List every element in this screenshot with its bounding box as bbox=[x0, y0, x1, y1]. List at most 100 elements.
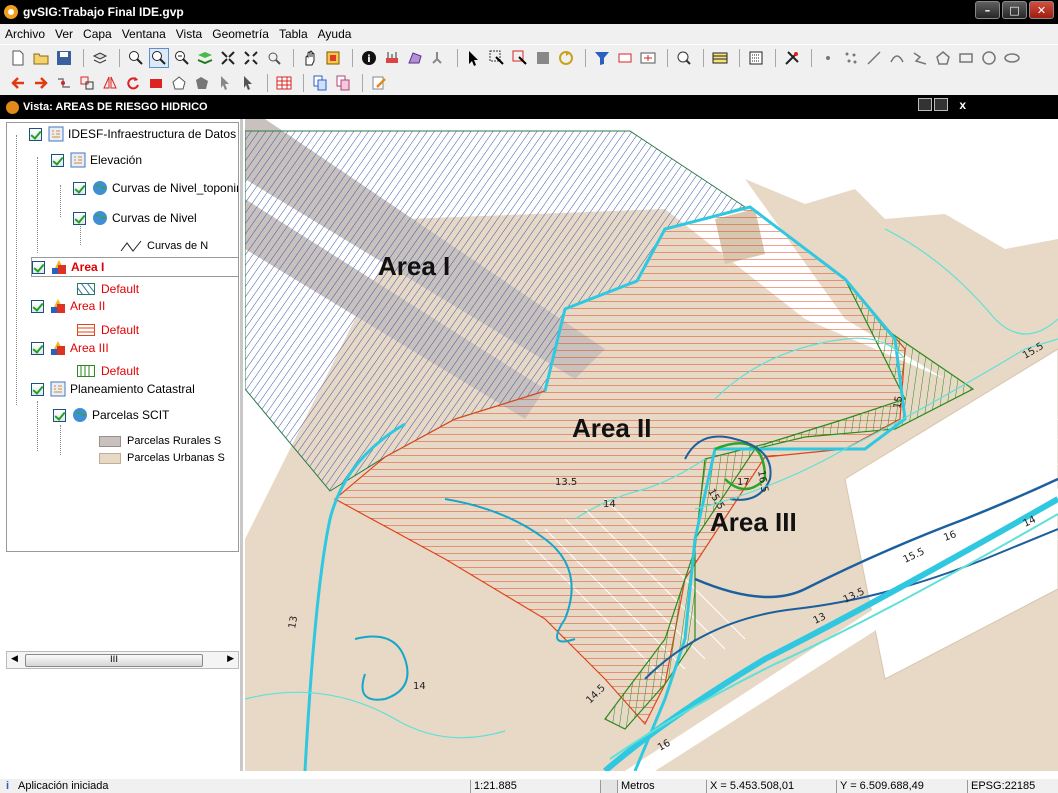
layer-row-elevacion[interactable]: Elevación bbox=[51, 150, 142, 170]
close-button[interactable]: ✕ bbox=[1029, 1, 1054, 19]
stretch-icon[interactable] bbox=[146, 73, 166, 93]
scroll-left-arrow-icon[interactable]: ◀ bbox=[11, 654, 18, 664]
layer-row-area-2[interactable]: Area II bbox=[31, 296, 105, 316]
rectangle-icon[interactable] bbox=[956, 48, 976, 68]
point-icon[interactable] bbox=[818, 48, 838, 68]
tree-line bbox=[37, 157, 38, 253]
new-file-icon[interactable] bbox=[8, 48, 28, 68]
scroll-thumb[interactable]: III bbox=[25, 654, 203, 667]
measure-area-icon[interactable] bbox=[405, 48, 425, 68]
zoom-out-icon[interactable] bbox=[172, 48, 192, 68]
line-icon[interactable] bbox=[864, 48, 884, 68]
menu-capa[interactable]: Capa bbox=[78, 27, 117, 41]
scale-icon[interactable] bbox=[77, 73, 97, 93]
layer-visibility-checkbox[interactable] bbox=[51, 153, 64, 167]
polygon-edit-icon[interactable] bbox=[192, 73, 212, 93]
zoom-to-selection-icon[interactable] bbox=[674, 48, 694, 68]
view-icon bbox=[6, 100, 19, 114]
edit-vertex-icon[interactable] bbox=[169, 73, 189, 93]
layer-row-curvas-toponim[interactable]: Curvas de Nivel_toponim bbox=[73, 178, 238, 198]
clear-selection-icon[interactable] bbox=[615, 48, 635, 68]
symmetry-icon[interactable] bbox=[100, 73, 120, 93]
arrow-right-icon[interactable] bbox=[31, 73, 51, 93]
zoom-in-icon[interactable] bbox=[126, 48, 146, 68]
layer-row-planeamiento[interactable]: Planeamiento Catastral bbox=[31, 379, 195, 399]
menu-ver[interactable]: Ver bbox=[50, 27, 78, 41]
invert-selection-icon[interactable] bbox=[556, 48, 576, 68]
minimize-button[interactable]: – bbox=[975, 1, 1000, 19]
add-graphic-icon[interactable] bbox=[638, 48, 658, 68]
edit-tools-icon[interactable] bbox=[782, 48, 802, 68]
polygon-layer-icon bbox=[51, 299, 65, 313]
layer-visibility-checkbox[interactable] bbox=[29, 127, 42, 141]
view-restore-button[interactable] bbox=[918, 98, 932, 111]
zoom-extent-in-icon[interactable] bbox=[218, 48, 238, 68]
edit-pencil-icon[interactable] bbox=[369, 73, 389, 93]
zoom-select-icon[interactable] bbox=[149, 47, 169, 68]
scroll-right-arrow-icon[interactable]: ▶ bbox=[227, 654, 234, 664]
select-layer-icon[interactable] bbox=[533, 48, 553, 68]
split-icon[interactable] bbox=[54, 73, 74, 93]
layer-visibility-checkbox[interactable] bbox=[31, 341, 44, 355]
edit-toolbar bbox=[0, 70, 1058, 95]
layer-visibility-checkbox[interactable] bbox=[31, 382, 44, 396]
layer-visibility-checkbox[interactable] bbox=[53, 408, 66, 422]
arc-icon[interactable] bbox=[887, 48, 907, 68]
menu-geometria[interactable]: Geometría bbox=[207, 27, 274, 41]
rotate-icon[interactable] bbox=[123, 73, 143, 93]
select-arrow-icon[interactable] bbox=[464, 48, 484, 68]
select-polygon-icon[interactable] bbox=[510, 48, 530, 68]
zoom-extent-out-icon[interactable] bbox=[241, 48, 261, 68]
layer-visibility-checkbox[interactable] bbox=[32, 260, 45, 274]
copy-layer-icon[interactable] bbox=[310, 73, 330, 93]
circle-icon[interactable] bbox=[979, 48, 999, 68]
layer-visibility-checkbox[interactable] bbox=[73, 211, 86, 225]
view-close-button[interactable]: x bbox=[959, 98, 966, 112]
scale-field[interactable]: 1:21.885 bbox=[470, 780, 600, 793]
pointer-alt-icon[interactable] bbox=[238, 73, 258, 93]
menu-tabla[interactable]: Tabla bbox=[274, 27, 313, 41]
layer-row-area-1[interactable]: Area I bbox=[31, 257, 238, 277]
locator-icon[interactable] bbox=[323, 48, 343, 68]
paste-layer-icon[interactable] bbox=[333, 73, 353, 93]
arrow-left-icon[interactable] bbox=[8, 73, 28, 93]
layer-visibility-checkbox[interactable] bbox=[31, 299, 44, 313]
attribute-table-icon[interactable] bbox=[710, 48, 730, 68]
contour-label: 14 bbox=[603, 499, 616, 510]
multipoint-icon[interactable] bbox=[841, 48, 861, 68]
menu-archivo[interactable]: Archivo bbox=[0, 27, 50, 41]
measure-distance-icon[interactable] bbox=[382, 48, 402, 68]
layer-row-area-3[interactable]: Area III bbox=[31, 338, 109, 358]
menu-vista[interactable]: Vista bbox=[171, 27, 207, 41]
grid-icon[interactable] bbox=[746, 48, 766, 68]
zoom-back-icon[interactable] bbox=[264, 48, 284, 68]
full-extent-icon[interactable] bbox=[195, 48, 215, 68]
menu-ventana[interactable]: Ventana bbox=[117, 27, 171, 41]
table-red-icon[interactable] bbox=[274, 73, 294, 93]
layers-icon[interactable] bbox=[90, 48, 110, 68]
maximize-button[interactable]: □ bbox=[1002, 1, 1027, 19]
pointer-icon[interactable] bbox=[215, 73, 235, 93]
polygon-icon[interactable] bbox=[933, 48, 953, 68]
layer-label: Planeamiento Catastral bbox=[70, 382, 195, 396]
save-icon[interactable] bbox=[54, 48, 74, 68]
select-rectangle-icon[interactable] bbox=[487, 48, 507, 68]
filter-icon[interactable] bbox=[592, 48, 612, 68]
layer-visibility-checkbox[interactable] bbox=[73, 181, 86, 195]
info-icon[interactable]: i bbox=[359, 48, 379, 68]
scale-dropdown-icon[interactable] bbox=[600, 780, 618, 793]
polyline-icon[interactable] bbox=[910, 48, 930, 68]
open-folder-icon[interactable] bbox=[31, 48, 51, 68]
map-svg[interactable]: Area I Area II Area III 15.5 15 13.5 14 … bbox=[245, 119, 1058, 771]
view-maximize-button[interactable] bbox=[934, 98, 948, 111]
toc-horizontal-scrollbar[interactable]: ◀ III ▶ bbox=[6, 651, 239, 669]
pan-hand-icon[interactable] bbox=[300, 48, 320, 68]
layer-row-curvas-nivel[interactable]: Curvas de Nivel bbox=[73, 208, 197, 228]
map-canvas[interactable]: Area I Area II Area III 15.5 15 13.5 14 … bbox=[245, 119, 1058, 771]
legend-label: Default bbox=[101, 323, 140, 337]
select-by-point-icon[interactable] bbox=[428, 48, 448, 68]
layer-row-idesf[interactable]: IDESF-Infraestructura de Datos bbox=[29, 124, 236, 144]
ellipse-icon[interactable] bbox=[1002, 48, 1022, 68]
layer-row-parcelas-scit[interactable]: Parcelas SCIT bbox=[53, 405, 169, 425]
menu-ayuda[interactable]: Ayuda bbox=[313, 27, 357, 41]
